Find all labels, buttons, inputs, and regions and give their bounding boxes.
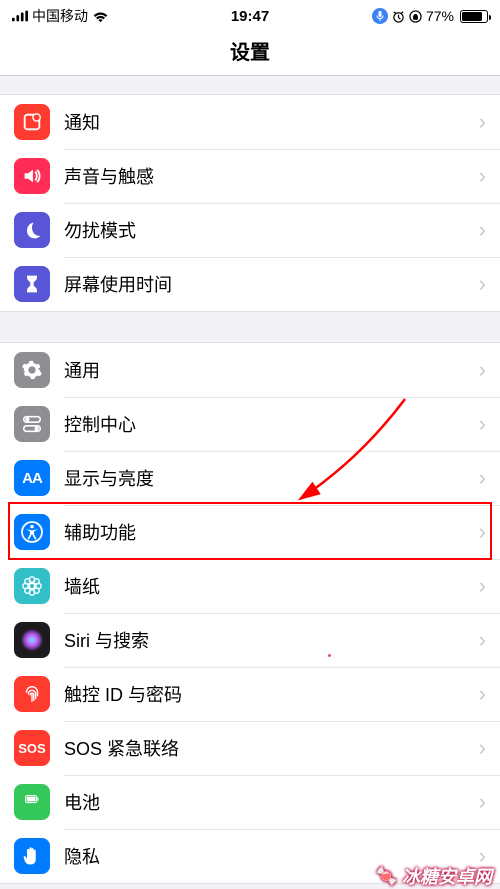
row-label: 通知 [64, 109, 473, 135]
row-label: SOS 紧急联络 [64, 735, 473, 761]
battery-icon [460, 10, 488, 23]
battery-pct: 77% [426, 8, 454, 24]
carrier-text: 中国移动 [32, 6, 88, 26]
settings-group-2: 通用›控制中心›AA显示与亮度›辅助功能›墙纸›Siri 与搜索›触控 ID 与… [0, 342, 500, 884]
settings-group-1: 通知›声音与触感›勿扰模式›屏幕使用时间› [0, 94, 500, 312]
row-label: 通用 [64, 357, 473, 383]
status-bar: 中国移动 19:47 77% [0, 0, 500, 28]
watermark-text: 冰糖安卓网 [402, 863, 492, 889]
chevron-right-icon: › [473, 465, 486, 491]
row-label: 声音与触感 [64, 163, 473, 189]
group-spacer [0, 76, 500, 94]
chevron-right-icon: › [473, 271, 486, 297]
row-label: 勿扰模式 [64, 217, 473, 243]
row-notifications[interactable]: 通知› [0, 95, 500, 149]
watermark-icon: 🍬 [376, 866, 398, 887]
chevron-right-icon: › [473, 627, 486, 653]
status-right: 77% [372, 8, 488, 24]
chevron-right-icon: › [473, 109, 486, 135]
row-label: 显示与亮度 [64, 465, 473, 491]
hourglass-icon [14, 266, 50, 302]
status-left: 中国移动 [12, 6, 109, 26]
row-screentime[interactable]: 屏幕使用时间› [0, 257, 500, 311]
chevron-right-icon: › [473, 735, 486, 761]
hand-icon [14, 838, 50, 874]
page-title: 设置 [0, 36, 500, 65]
chevron-right-icon: › [473, 163, 486, 189]
row-label: 墙纸 [64, 573, 473, 599]
row-label: 控制中心 [64, 411, 473, 437]
chevron-right-icon: › [473, 357, 486, 383]
row-label: 屏幕使用时间 [64, 271, 473, 297]
lock-icon [409, 10, 422, 23]
sos-icon: SOS [14, 730, 50, 766]
row-dnd[interactable]: 勿扰模式› [0, 203, 500, 257]
siri-icon [14, 622, 50, 658]
battery-icon [14, 784, 50, 820]
dust-dot [328, 654, 331, 657]
signal-icon [12, 10, 28, 22]
chevron-right-icon: › [473, 681, 486, 707]
gear-icon [14, 352, 50, 388]
row-sounds[interactable]: 声音与触感› [0, 149, 500, 203]
chevron-right-icon: › [473, 217, 486, 243]
row-control-center[interactable]: 控制中心› [0, 397, 500, 451]
moon-icon [14, 212, 50, 248]
row-general[interactable]: 通用› [0, 343, 500, 397]
row-accessibility[interactable]: 辅助功能› [0, 505, 500, 559]
wifi-icon [92, 10, 109, 23]
row-sos[interactable]: SOS SOS 紧急联络› [0, 721, 500, 775]
row-label: 电池 [64, 789, 473, 815]
row-touchid[interactable]: 触控 ID 与密码› [0, 667, 500, 721]
row-label: Siri 与搜索 [64, 627, 473, 653]
flower-icon [14, 568, 50, 604]
group-spacer [0, 312, 500, 342]
page-header: 设置 [0, 28, 500, 76]
mic-icon [372, 8, 388, 24]
row-display[interactable]: AA 显示与亮度› [0, 451, 500, 505]
status-time: 19:47 [231, 8, 269, 25]
switches-icon [14, 406, 50, 442]
row-battery[interactable]: 电池› [0, 775, 500, 829]
chevron-right-icon: › [473, 411, 486, 437]
row-label: 辅助功能 [64, 519, 473, 545]
aa-icon: AA [14, 460, 50, 496]
chevron-right-icon: › [473, 789, 486, 815]
sound-icon [14, 158, 50, 194]
watermark: 🍬 冰糖安卓网 [376, 863, 492, 889]
chevron-right-icon: › [473, 573, 486, 599]
notification-icon [14, 104, 50, 140]
chevron-right-icon: › [473, 519, 486, 545]
accessibility-icon [14, 514, 50, 550]
row-label: 触控 ID 与密码 [64, 681, 473, 707]
fingerprint-icon [14, 676, 50, 712]
row-siri[interactable]: Siri 与搜索› [0, 613, 500, 667]
alarm-icon [392, 10, 405, 23]
row-wallpaper[interactable]: 墙纸› [0, 559, 500, 613]
